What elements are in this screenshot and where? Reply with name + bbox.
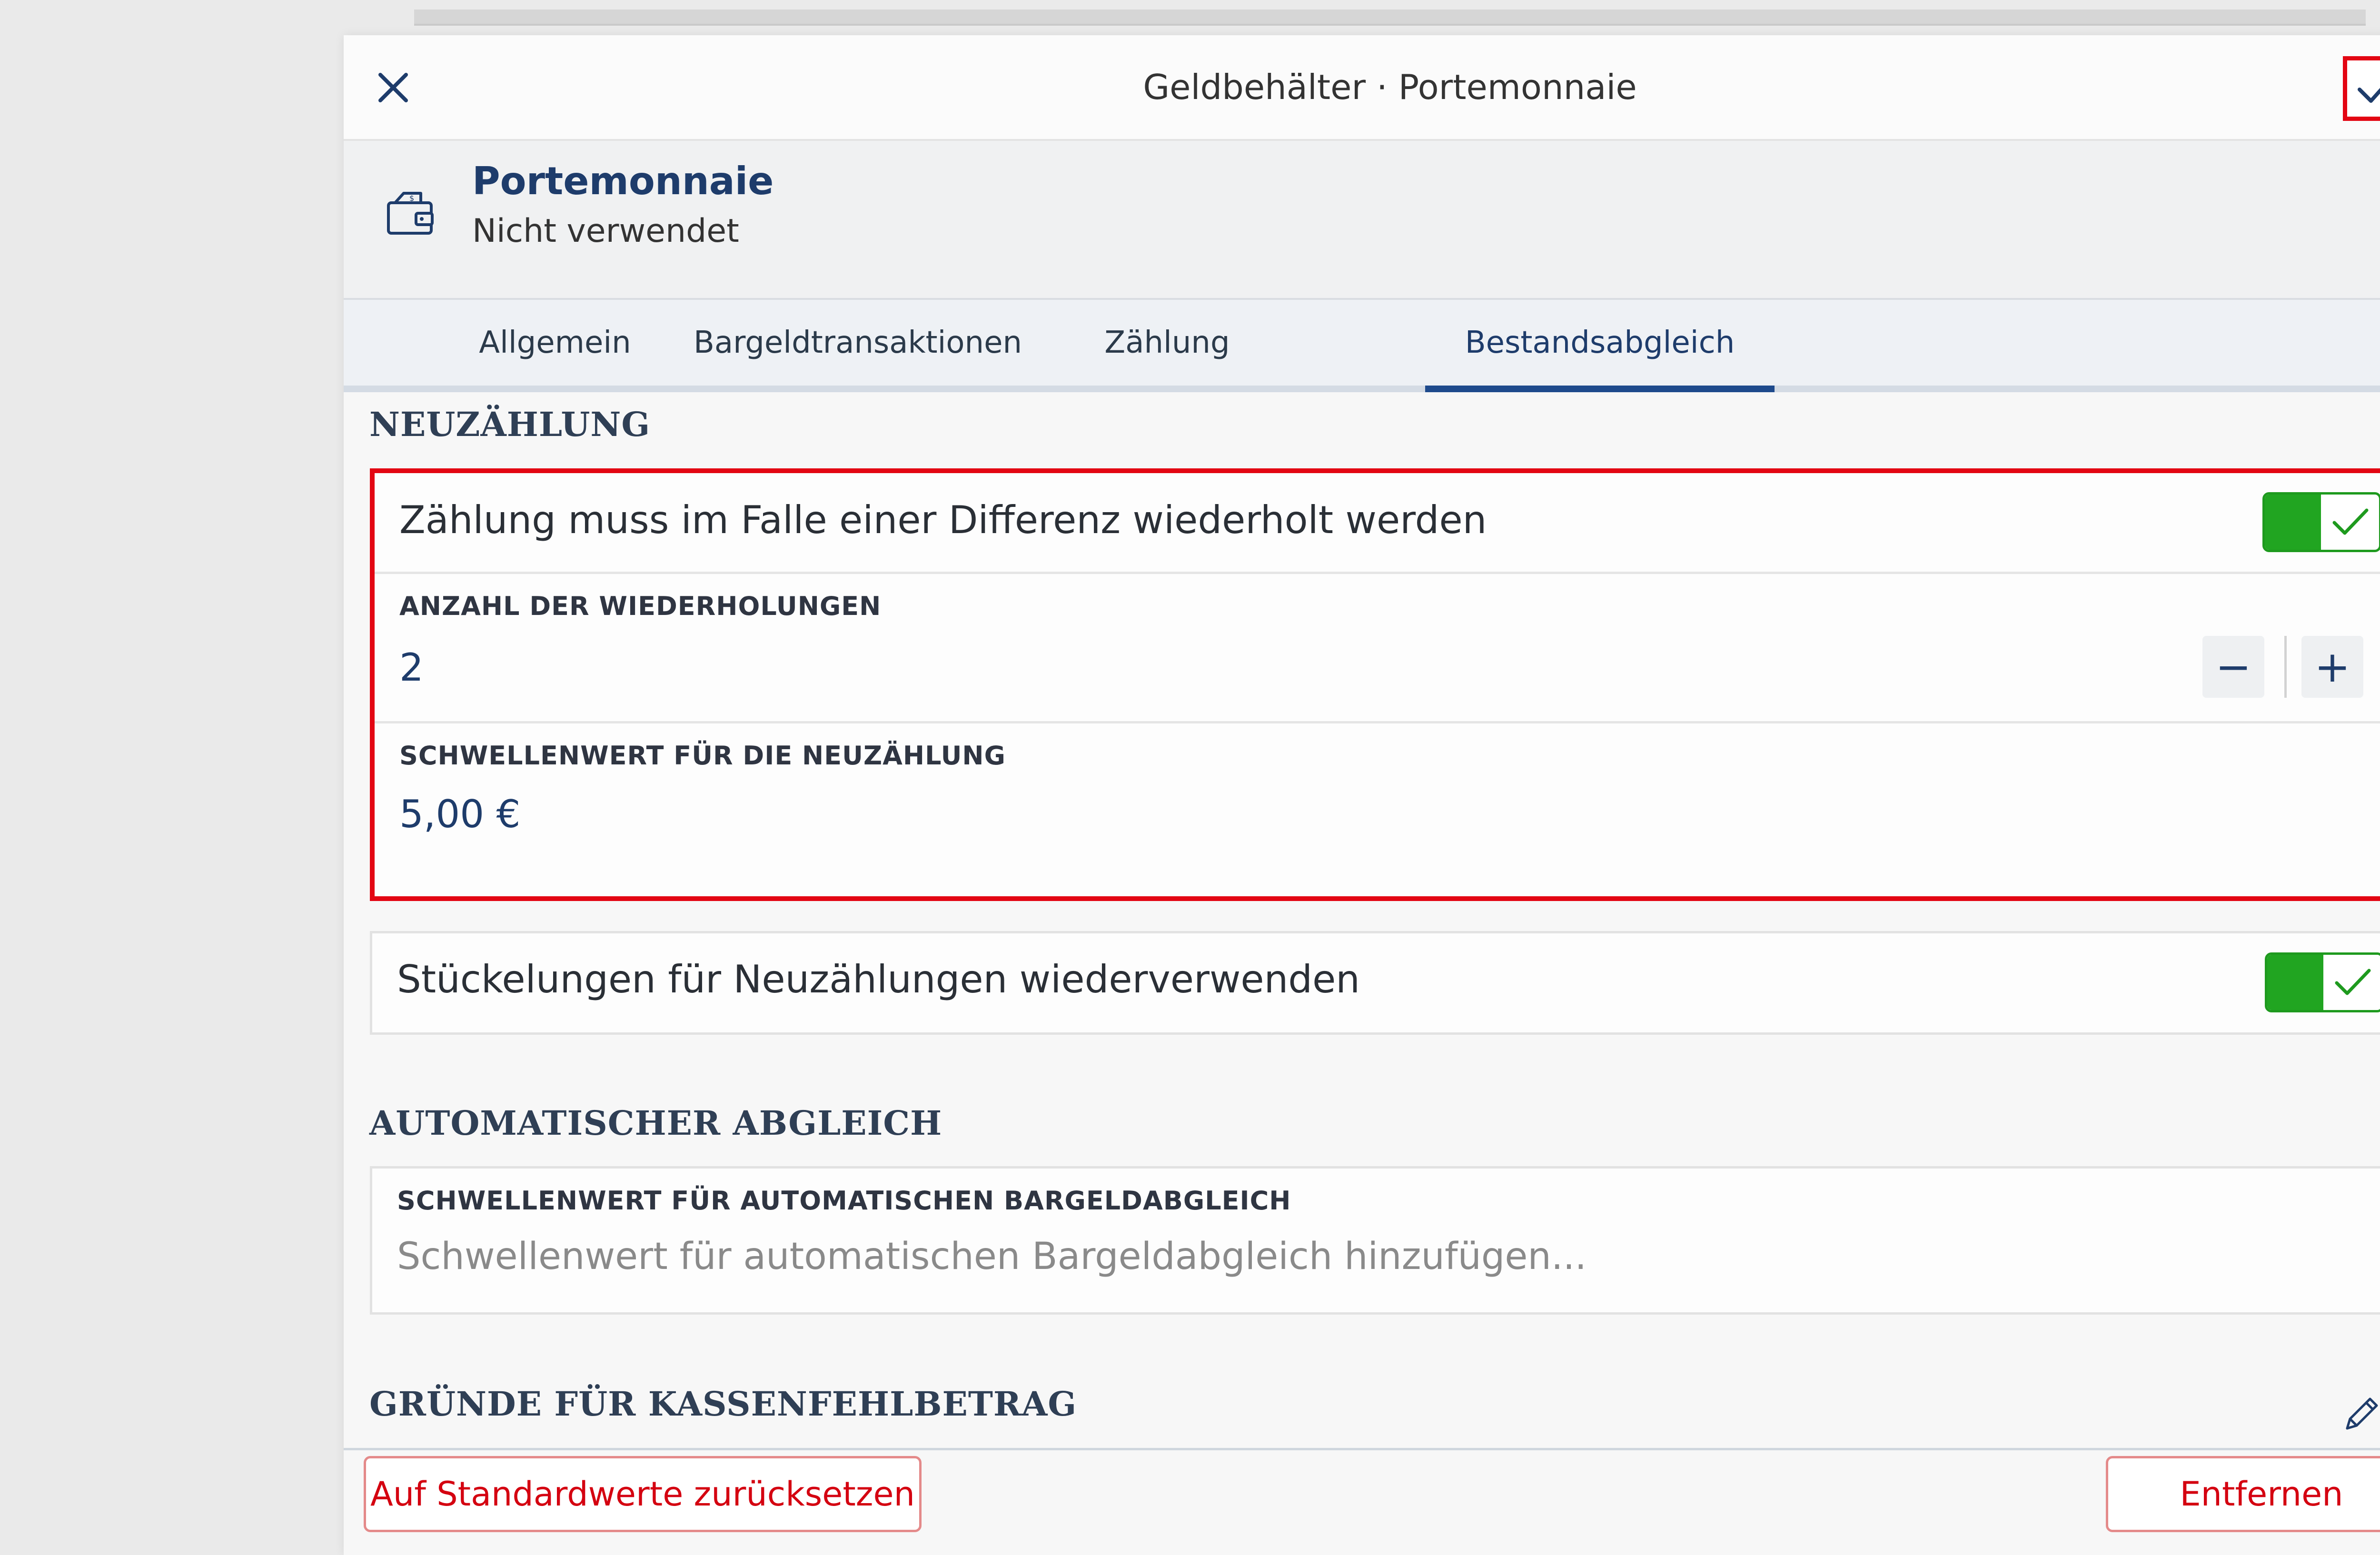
svg-text:$: $ xyxy=(409,194,414,203)
auto-threshold-input[interactable]: Schwellenwert für automatischen Bargelda… xyxy=(397,1235,1587,1278)
dialog-title: Geldbehälter · Portemonnaie xyxy=(1143,67,1637,107)
entity-name: Portemonnaie xyxy=(472,159,774,203)
decrement-button[interactable]: − xyxy=(2202,636,2264,698)
tab-bar: Allgemein Bargeldtransaktionen Zählung B… xyxy=(344,300,2380,392)
recount-threshold-value[interactable]: 5,00 € xyxy=(399,792,520,836)
pencil-icon xyxy=(2346,1397,2378,1430)
confirm-button[interactable] xyxy=(2343,56,2380,121)
section-heading-recount: NEUZÄHLUNG xyxy=(369,405,651,444)
section-heading-auto-reconciliation: AUTOMATISCHER ABGLEICH xyxy=(369,1103,942,1143)
auto-reconciliation-card: SCHWELLENWERT FÜR AUTOMATISCHEN BARGELDA… xyxy=(370,1166,2380,1315)
dialog-header: Geldbehälter · Portemonnaie xyxy=(344,35,2380,141)
repeat-on-difference-toggle[interactable] xyxy=(2262,492,2380,552)
reuse-denominations-card: Stückelungen für Neuzählungen wiederverw… xyxy=(370,931,2380,1035)
checkmark-icon xyxy=(2326,498,2375,546)
background-window-edge xyxy=(414,10,2366,26)
entity-status: Nicht verwendet xyxy=(472,212,739,250)
section-heading-shortage-reasons: GRÜNDE FÜR KASSENFEHLBETRAG xyxy=(369,1384,1077,1424)
recount-threshold-label: SCHWELLENWERT FÜR DIE NEUZÄHLUNG xyxy=(399,741,1006,771)
wallet-icon: $ xyxy=(387,192,434,235)
auto-threshold-label: SCHWELLENWERT FÜR AUTOMATISCHEN BARGELDA… xyxy=(397,1186,1291,1216)
repetitions-label: ANZAHL DER WIEDERHOLUNGEN xyxy=(399,591,882,621)
repeat-on-difference-row: Zählung muss im Falle einer Differenz wi… xyxy=(375,473,2380,574)
repetitions-value[interactable]: 2 xyxy=(399,645,424,690)
tab-bestandsabgleich[interactable]: Bestandsabgleich xyxy=(1425,300,1775,392)
increment-button[interactable]: + xyxy=(2301,636,2363,698)
reuse-denominations-label: Stückelungen für Neuzählungen wiederverw… xyxy=(397,957,1360,1001)
tab-bargeldtransaktionen[interactable]: Bargeldtransaktionen xyxy=(694,300,1022,386)
recount-threshold-row: SCHWELLENWERT FÜR DIE NEUZÄHLUNG 5,00 € xyxy=(375,723,2380,895)
close-button[interactable] xyxy=(355,50,431,126)
edit-dialog: Geldbehälter · Portemonnaie $ Portemonna… xyxy=(344,35,2380,1555)
reuse-denominations-toggle[interactable] xyxy=(2265,952,2380,1012)
toggle-knob xyxy=(2265,495,2321,550)
checkmark-icon xyxy=(2328,959,2378,1006)
toggle-knob xyxy=(2267,955,2323,1010)
dialog-footer: Auf Standardwerte zurücksetzen Entfernen xyxy=(344,1450,2380,1555)
repetitions-row: ANZAHL DER WIEDERHOLUNGEN 2 − + xyxy=(375,574,2380,723)
checkmark-icon xyxy=(2358,88,2380,103)
tab-zaehlung[interactable]: Zählung xyxy=(1067,300,1267,386)
entity-summary: $ Portemonnaie Nicht verwendet xyxy=(344,141,2380,300)
recount-settings-card: Zählung muss im Falle einer Differenz wi… xyxy=(370,468,2380,901)
repeat-on-difference-label: Zählung muss im Falle einer Differenz wi… xyxy=(399,498,1487,542)
remove-button[interactable]: Entfernen xyxy=(2106,1456,2380,1532)
edit-button[interactable] xyxy=(2333,1385,2380,1442)
reset-defaults-button[interactable]: Auf Standardwerte zurücksetzen xyxy=(364,1456,922,1532)
close-icon xyxy=(378,73,408,102)
tab-allgemein[interactable]: Allgemein xyxy=(470,300,640,386)
stepper-divider xyxy=(2284,636,2287,698)
